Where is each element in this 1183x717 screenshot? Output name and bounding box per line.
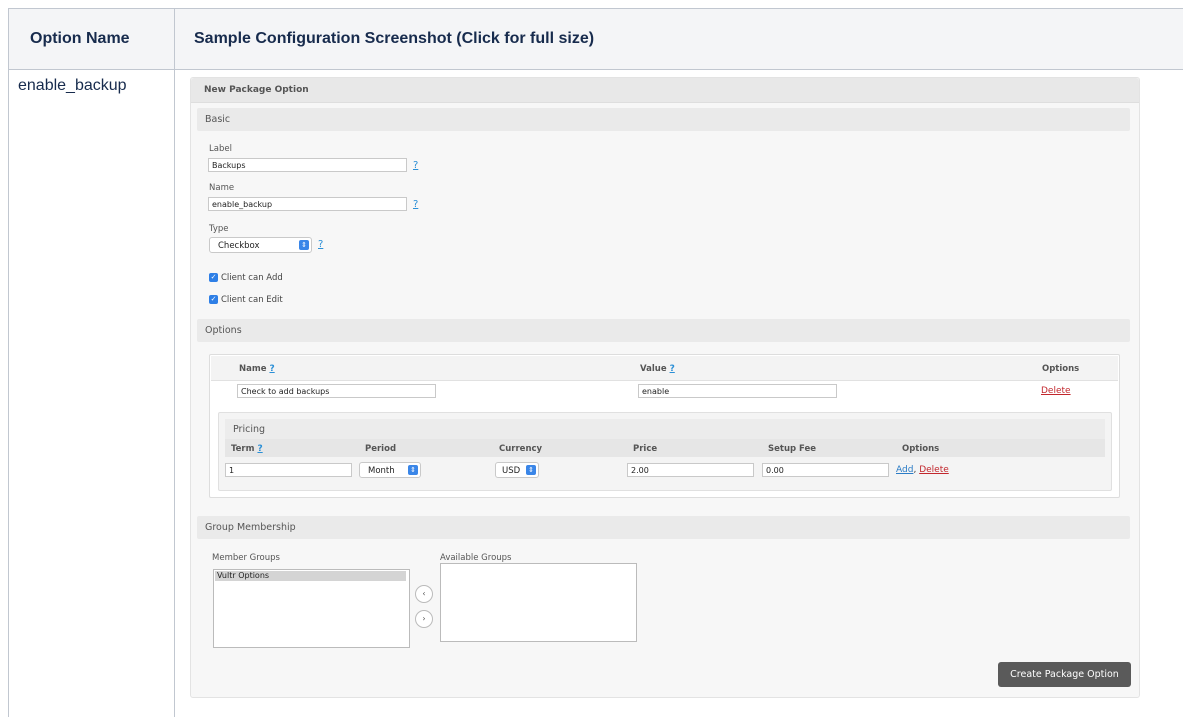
create-package-option-button[interactable]: Create Package Option	[998, 662, 1131, 687]
options-section-bar: Options	[197, 319, 1130, 342]
pricing-row-actions: Add, Delete	[896, 465, 949, 475]
checkbox-checked-icon[interactable]: ✓	[209, 295, 218, 304]
name-caption: Name	[209, 183, 235, 193]
available-groups-caption: Available Groups	[440, 553, 512, 563]
currency-select[interactable]: USD ⇕	[495, 462, 539, 478]
col-name-help-icon[interactable]: ?	[269, 364, 274, 374]
doc-table: Option Name Sample Configuration Screens…	[8, 8, 1183, 717]
screenshot-panel[interactable]: New Package Option Basic Label Backups ?…	[190, 77, 1140, 698]
col-value-header: Value ?	[640, 364, 675, 374]
price-input[interactable]: 2.00	[627, 463, 754, 477]
pricing-table: Pricing Term ? Period Currency Price Set…	[218, 412, 1112, 491]
label-input[interactable]: Backups	[208, 158, 407, 172]
member-groups-caption: Member Groups	[212, 553, 280, 563]
pricing-col-price: Price	[633, 444, 658, 454]
member-group-item[interactable]: Vultr Options	[215, 571, 406, 581]
move-left-button[interactable]: ‹	[415, 585, 433, 603]
basic-section-title: Basic	[205, 114, 231, 125]
type-caption: Type	[209, 224, 229, 234]
panel-header: New Package Option	[191, 78, 1139, 103]
name-input[interactable]: enable_backup	[208, 197, 407, 211]
col-value-help-icon[interactable]: ?	[670, 364, 675, 374]
pricing-col-currency: Currency	[499, 444, 543, 454]
pricing-col-period: Period	[365, 444, 397, 454]
period-select-value: Month	[368, 466, 395, 476]
pricing-header: Pricing	[225, 419, 1105, 439]
header-option-name: Option Name	[30, 30, 130, 47]
col-options-header: Options	[1042, 364, 1080, 374]
pricing-title: Pricing	[233, 424, 266, 435]
pricing-col-options: Options	[902, 444, 940, 454]
period-select[interactable]: Month ⇕	[359, 462, 421, 478]
checkbox-checked-icon[interactable]: ✓	[209, 273, 218, 282]
option-row-name-input[interactable]: Check to add backups	[237, 384, 436, 398]
table-header-row: Option Name Sample Configuration Screens…	[8, 8, 1183, 70]
panel-title: New Package Option	[204, 85, 309, 95]
type-select-value: Checkbox	[218, 241, 260, 251]
basic-section-bar: Basic	[197, 108, 1130, 131]
setup-fee-input[interactable]: 0.00	[762, 463, 889, 477]
client-can-edit-row[interactable]: ✓ Client can Edit	[209, 295, 283, 305]
move-right-button[interactable]: ›	[415, 610, 433, 628]
pricing-delete-link[interactable]: Delete	[919, 465, 949, 475]
client-can-add-row[interactable]: ✓ Client can Add	[209, 273, 283, 283]
label-caption: Label	[209, 144, 232, 154]
type-help-icon[interactable]: ?	[318, 239, 323, 250]
table-column-divider	[174, 8, 175, 717]
pricing-col-term: Term ?	[231, 444, 263, 454]
client-can-edit-label: Client can Edit	[221, 295, 283, 305]
type-select[interactable]: Checkbox ⇕	[209, 237, 312, 253]
pricing-column-headers: Term ? Period Currency Price Setup Fee O…	[225, 439, 1105, 457]
name-help-icon[interactable]: ?	[413, 199, 418, 210]
pricing-col-setup-fee: Setup Fee	[768, 444, 817, 454]
select-arrows-icon: ⇕	[526, 465, 536, 475]
groups-section-bar: Group Membership	[197, 516, 1130, 539]
option-name-cell: enable_backup	[18, 77, 127, 94]
select-arrows-icon: ⇕	[299, 240, 309, 250]
options-section-title: Options	[205, 325, 242, 336]
option-row-value-input[interactable]: enable	[638, 384, 837, 398]
client-can-add-label: Client can Add	[221, 273, 283, 283]
options-table: Name ? Value ? Options Check to add back…	[209, 354, 1120, 498]
term-help-icon[interactable]: ?	[257, 444, 262, 454]
header-screenshot: Sample Configuration Screenshot (Click f…	[194, 30, 595, 47]
chevron-right-icon: ›	[422, 614, 426, 623]
currency-select-value: USD	[502, 466, 521, 476]
term-input[interactable]: 1	[225, 463, 352, 477]
groups-section-title: Group Membership	[205, 522, 296, 533]
pricing-add-link[interactable]: Add	[896, 465, 913, 475]
label-help-icon[interactable]: ?	[413, 160, 418, 171]
col-name-header: Name ?	[239, 364, 275, 374]
available-groups-list[interactable]	[440, 563, 637, 642]
select-arrows-icon: ⇕	[408, 465, 418, 475]
options-table-header: Name ? Value ? Options	[211, 356, 1118, 381]
member-groups-list[interactable]: Vultr Options	[213, 569, 410, 648]
table-left-border	[8, 8, 9, 717]
option-row-delete-link[interactable]: Delete	[1041, 386, 1071, 396]
chevron-left-icon: ‹	[422, 589, 426, 598]
